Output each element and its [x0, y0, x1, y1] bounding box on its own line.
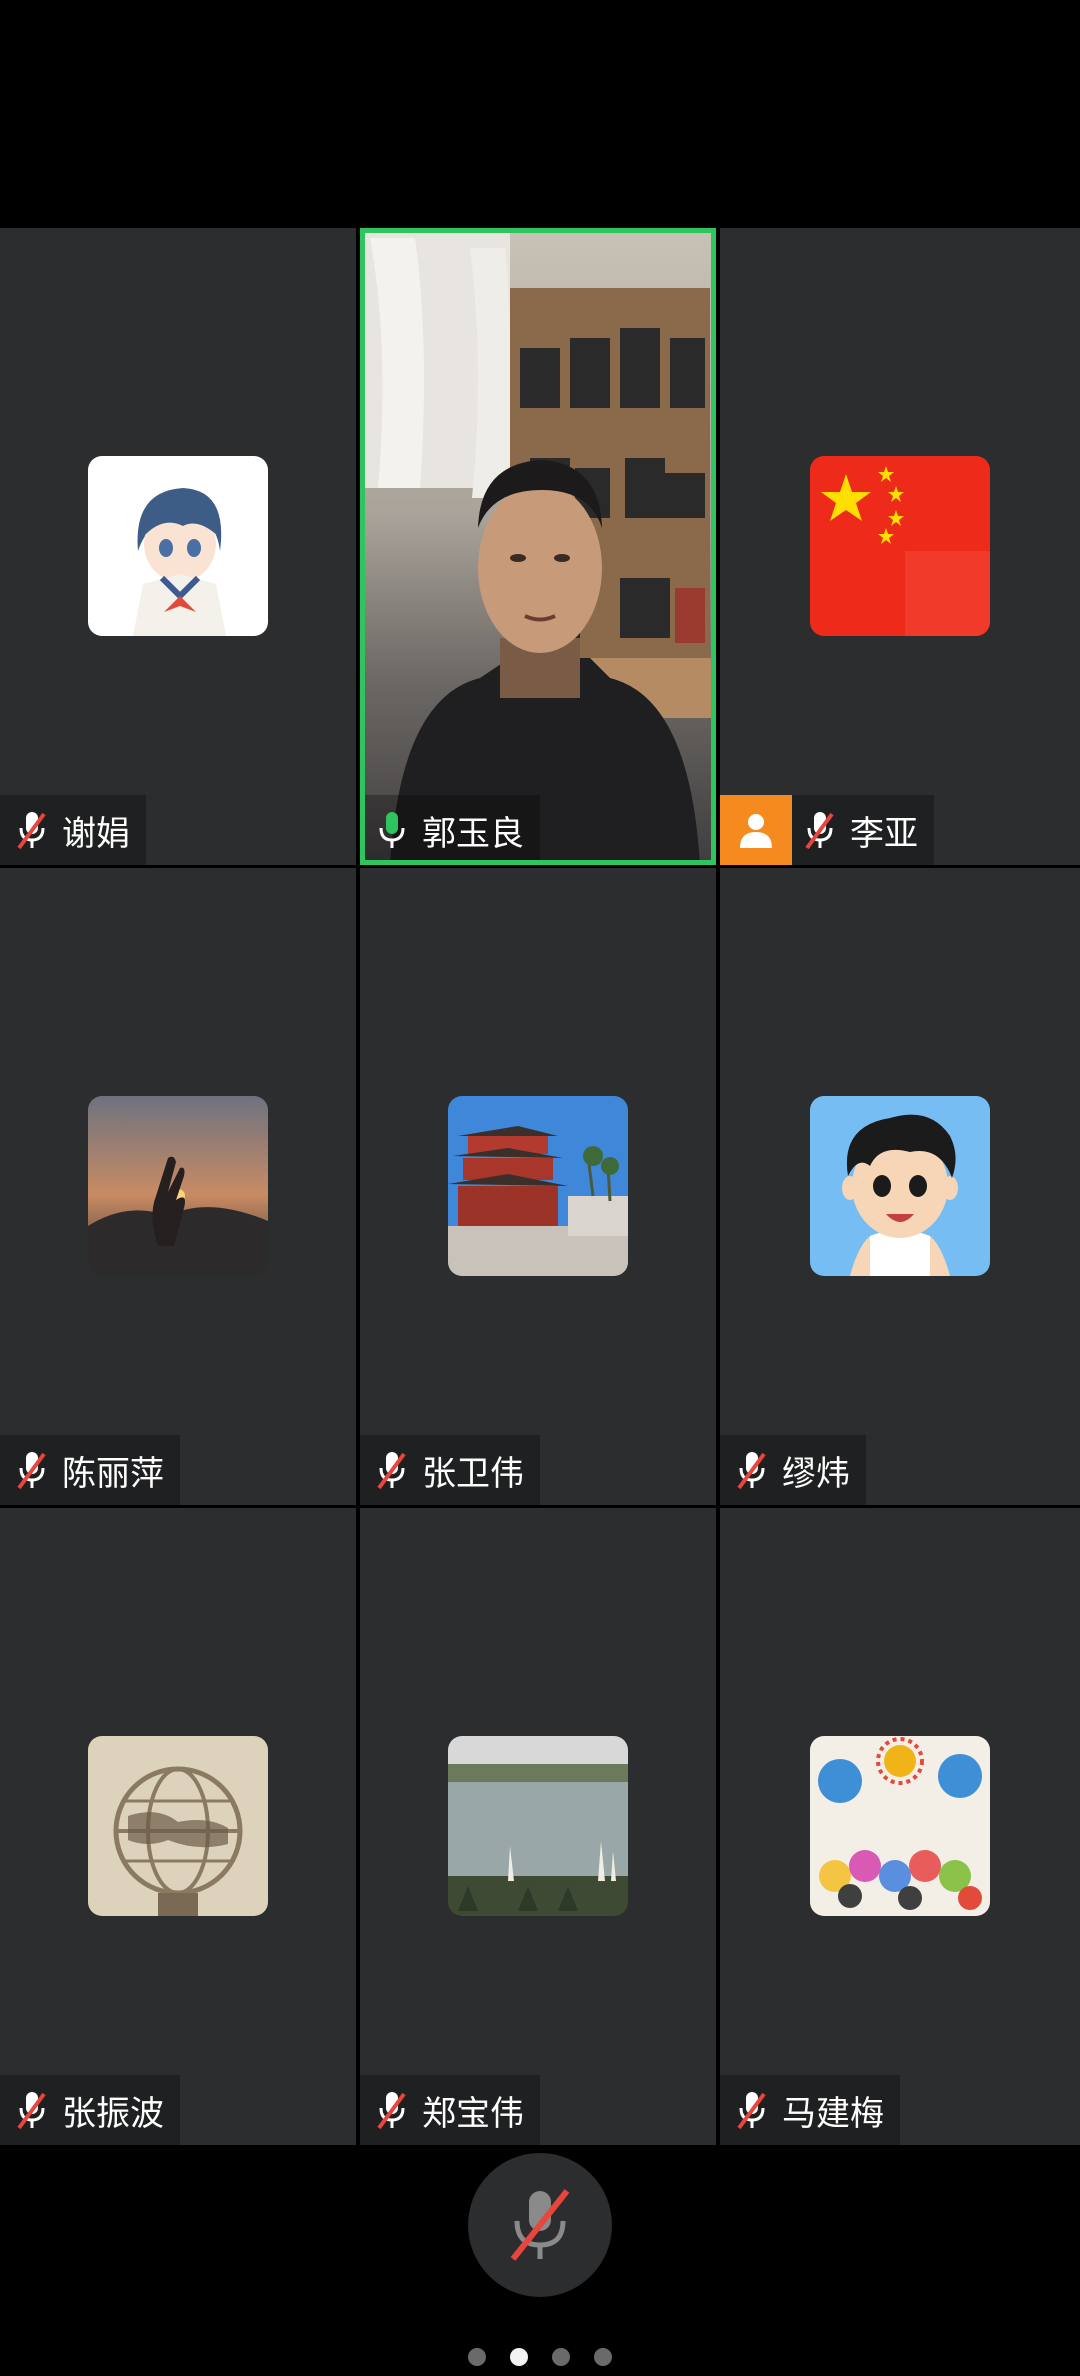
- china-flag-avatar-icon: [810, 456, 990, 636]
- host-badge: [720, 795, 792, 865]
- mic-muted-icon: [737, 1452, 766, 1490]
- active-speaker-tile[interactable]: 郭玉良: [360, 228, 716, 865]
- participant-name: 张振波: [62, 2093, 164, 2134]
- participant-tile[interactable]: 马建梅: [720, 1508, 1080, 2145]
- page-dot[interactable]: [594, 2348, 612, 2366]
- lake-avatar-icon: [448, 1736, 628, 1916]
- mic-active-icon: [379, 812, 405, 848]
- participant-nametag: 谢娟: [0, 795, 146, 865]
- mic-muted-icon: [17, 1452, 46, 1490]
- mic-muted-icon: [17, 812, 46, 850]
- participant-name: 谢娟: [62, 813, 130, 854]
- mic-muted-icon: [377, 2092, 406, 2130]
- participant-name: 缪炜: [782, 1453, 850, 1494]
- mic-muted-icon: [510, 2189, 570, 2261]
- camera-video-feed: [360, 228, 716, 865]
- participant-name: 马建梅: [782, 2093, 884, 2134]
- mic-muted-icon: [377, 1452, 406, 1490]
- participant-name: 郑宝伟: [422, 2093, 524, 2134]
- participant-nametag: 李亚: [720, 795, 934, 865]
- page-dot[interactable]: [468, 2348, 486, 2366]
- participant-name: 张卫伟: [422, 1453, 524, 1494]
- participant-nametag: 马建梅: [720, 2075, 900, 2145]
- mic-muted-icon: [17, 2092, 46, 2130]
- participant-tile[interactable]: 李亚: [720, 228, 1080, 865]
- participant-nametag: 张卫伟: [360, 1435, 540, 1505]
- participant-tile[interactable]: 张卫伟: [360, 868, 716, 1505]
- participant-name: 李亚: [850, 813, 918, 854]
- participant-tile[interactable]: 张振波: [0, 1508, 356, 2145]
- participant-nametag: 陈丽萍: [0, 1435, 180, 1505]
- pagoda-avatar-icon: [448, 1096, 628, 1276]
- page-dot[interactable]: [552, 2348, 570, 2366]
- participant-tile[interactable]: 郑宝伟: [360, 1508, 716, 2145]
- anime-girl-avatar-icon: [88, 456, 268, 636]
- sunset-hand-avatar-icon: [88, 1096, 268, 1276]
- participant-tile[interactable]: 缪炜: [720, 868, 1080, 1505]
- participant-nametag: 缪炜: [720, 1435, 866, 1505]
- participant-tile[interactable]: 谢娟: [0, 228, 356, 865]
- kids-drawing-avatar-icon: [810, 1736, 990, 1916]
- participant-grid: 谢娟 郭玉良 李亚 陈丽萍 张卫伟 缪炜 张振波 郑宝伟 马建梅: [0, 228, 1080, 2146]
- participant-tile[interactable]: 陈丽萍: [0, 868, 356, 1505]
- participant-name: 郭玉良: [422, 813, 524, 854]
- globe-sculpture-avatar-icon: [88, 1736, 268, 1916]
- participant-nametag: 郭玉良: [360, 795, 540, 865]
- mic-muted-icon: [737, 2092, 766, 2130]
- participant-name: 陈丽萍: [62, 1453, 164, 1494]
- cartoon-boy-avatar-icon: [810, 1096, 990, 1276]
- participant-nametag: 张振波: [0, 2075, 180, 2145]
- person-icon: [740, 814, 772, 848]
- mute-toggle-button[interactable]: [468, 2153, 612, 2297]
- participant-nametag: 郑宝伟: [360, 2075, 540, 2145]
- mic-muted-icon: [805, 812, 834, 850]
- page-indicator[interactable]: [0, 2348, 1080, 2366]
- page-dot-current[interactable]: [510, 2348, 528, 2366]
